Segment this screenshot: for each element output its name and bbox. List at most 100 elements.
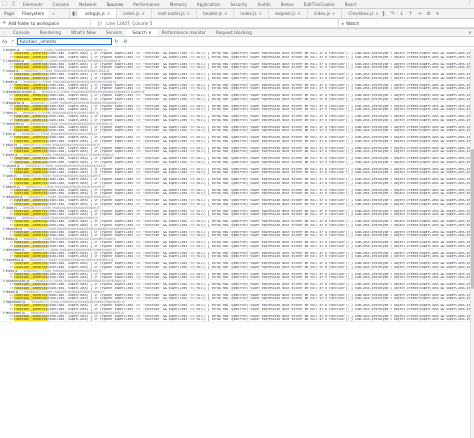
- result-match-line[interactable]: 39function _inherits(subClass, superClas…: [0, 160, 470, 164]
- panel-tab-application[interactable]: Application: [192, 0, 225, 8]
- expand-arrow-icon[interactable]: ▾: [3, 123, 5, 126]
- result-match-line[interactable]: 39function _inherits(subClass, superClas…: [0, 129, 470, 133]
- panel-tab-network[interactable]: Network: [74, 0, 101, 8]
- expand-arrow-icon[interactable]: ▾: [3, 81, 5, 84]
- close-drawer-icon[interactable]: ✕: [466, 30, 474, 35]
- expand-arrow-icon[interactable]: ▾: [3, 312, 5, 315]
- panel-tab-performance[interactable]: Performance: [128, 0, 165, 8]
- file-tab[interactable]: setupJs.js ✕: [79, 9, 118, 18]
- result-match-line[interactable]: 39function _inherits(subClass, superClas…: [0, 181, 470, 185]
- regex-toggle[interactable]: .*: [10, 39, 13, 44]
- expand-arrow-icon[interactable]: ▾: [3, 196, 5, 199]
- expand-arrow-icon[interactable]: ▾: [3, 165, 5, 168]
- watch-section[interactable]: ▸ Watch: [338, 19, 359, 27]
- result-match-line[interactable]: 39function _inherits(subClass, superClas…: [0, 223, 470, 227]
- file-tab[interactable]: index.js ✕: [234, 9, 269, 18]
- drawer-tab-rendering[interactable]: Rendering: [35, 29, 66, 36]
- drawer-tab-console[interactable]: Console: [8, 29, 35, 36]
- panel-tab-security[interactable]: Security: [225, 0, 252, 8]
- expand-arrow-icon[interactable]: ▾: [3, 102, 5, 105]
- result-match-line[interactable]: 39function _inherits(subClass, superClas…: [0, 318, 470, 322]
- expand-arrow-icon[interactable]: ▾: [3, 280, 5, 283]
- inspect-icon[interactable]: ⬚: [0, 0, 9, 8]
- close-icon[interactable]: ✕: [259, 11, 262, 16]
- expand-arrow-icon[interactable]: ▾: [3, 207, 5, 210]
- nav-tab-filesystem[interactable]: Filesystem: [18, 9, 49, 18]
- drawer-tab-performance-monitor[interactable]: Performance monitor: [157, 29, 211, 36]
- close-icon[interactable]: ✕: [107, 11, 110, 16]
- file-tab[interactable]: index.js ✕: [117, 9, 152, 18]
- file-tab[interactable]: header.js ✕: [197, 9, 235, 18]
- panel-tab-console[interactable]: Console: [48, 0, 75, 8]
- expand-arrow-icon[interactable]: ▾: [3, 249, 5, 252]
- nav-more-icon[interactable]: »: [48, 9, 59, 18]
- result-match-line[interactable]: 39function _inherits(subClass, superClas…: [0, 265, 470, 269]
- expand-arrow-icon[interactable]: ▾: [3, 270, 5, 273]
- close-icon[interactable]: ✕: [141, 11, 144, 16]
- drawer-menu-icon[interactable]: ⋮: [0, 30, 8, 35]
- close-icon[interactable]: ✕: [332, 11, 335, 16]
- expand-arrow-icon[interactable]: ▾: [3, 259, 5, 262]
- result-match-line[interactable]: 39function _inherits(subClass, superClas…: [0, 87, 470, 91]
- step-over-icon[interactable]: ↷: [388, 11, 397, 17]
- result-match-line[interactable]: 39function _inherits(subClass, superClas…: [0, 76, 470, 80]
- close-icon[interactable]: ✕: [187, 11, 190, 16]
- close-icon[interactable]: ✕: [224, 11, 227, 16]
- expand-arrow-icon[interactable]: ▾: [3, 60, 5, 63]
- pause-icon[interactable]: ‖: [379, 11, 388, 17]
- file-tab[interactable]: Checkbox.js ✕: [342, 9, 379, 18]
- result-match-line[interactable]: 39function _inherits(subClass, superClas…: [0, 276, 470, 280]
- result-match-line[interactable]: 39function _inherits(subClass, superClas…: [0, 150, 470, 154]
- drawer-tab-sensors[interactable]: Sensors: [101, 29, 128, 36]
- step-into-icon[interactable]: ↓: [397, 11, 406, 17]
- close-icon[interactable]: ✕: [298, 11, 301, 16]
- result-match-line[interactable]: 39function _inherits(subClass, superClas…: [0, 307, 470, 311]
- result-match-line[interactable]: 39function _inherits(subClass, superClas…: [0, 66, 470, 70]
- file-tab[interactable]: root-router.js ✕: [152, 9, 198, 18]
- more-options-icon[interactable]: ⋮: [465, 0, 474, 8]
- result-match-line[interactable]: 39function _inherits(subClass, superClas…: [0, 139, 470, 143]
- expand-arrow-icon[interactable]: ▾: [3, 49, 5, 52]
- refresh-icon[interactable]: ↻: [112, 39, 121, 45]
- results-scrollbar[interactable]: [470, 49, 474, 438]
- drawer-tab-what-s-new[interactable]: What's New: [66, 29, 101, 36]
- result-match-line[interactable]: 39function _inherits(subClass, superClas…: [0, 55, 470, 59]
- nav-tab-page[interactable]: Page: [0, 9, 18, 18]
- result-match-line[interactable]: 39function _inherits(subClass, superClas…: [0, 255, 470, 259]
- file-tab[interactable]: request.js ✕: [269, 9, 308, 18]
- add-folder-button[interactable]: + Add folder to workspace: [0, 20, 90, 26]
- match-case-toggle[interactable]: Aa: [2, 39, 7, 44]
- panel-tab-editthiscookie[interactable]: EditThisCookie: [299, 0, 340, 8]
- expand-arrow-icon[interactable]: ▾: [3, 112, 5, 115]
- expand-arrow-icon[interactable]: ▾: [3, 133, 5, 136]
- result-match-line[interactable]: 39function _inherits(subClass, superClas…: [0, 213, 470, 217]
- result-match-line[interactable]: 39function _inherits(subClass, superClas…: [0, 97, 470, 101]
- expand-arrow-icon[interactable]: ▾: [3, 301, 5, 304]
- panel-tab-audits[interactable]: Audits: [252, 0, 275, 8]
- result-match-line[interactable]: 39function _inherits(subClass, superClas…: [0, 202, 470, 206]
- result-match-line[interactable]: 39function _inherits(subClass, superClas…: [0, 192, 470, 196]
- search-input[interactable]: [16, 38, 112, 45]
- result-match-line[interactable]: 39function _inherits(subClass, superClas…: [0, 244, 470, 248]
- expand-arrow-icon[interactable]: ▾: [3, 228, 5, 231]
- drawer-tab-search[interactable]: Search ✕: [127, 29, 157, 36]
- result-match-line[interactable]: 39function _inherits(subClass, superClas…: [0, 118, 470, 122]
- deactivate-breakpoints-icon[interactable]: ⊘: [424, 11, 433, 17]
- expand-arrow-icon[interactable]: ▾: [3, 70, 5, 73]
- panel-tab-elements[interactable]: Elements: [18, 0, 48, 8]
- device-toggle-icon[interactable]: ▯: [9, 0, 18, 8]
- expand-arrow-icon[interactable]: ▾: [3, 91, 5, 94]
- expand-arrow-icon[interactable]: ▾: [3, 217, 5, 220]
- panel-tab-react[interactable]: React: [340, 0, 362, 8]
- pause-on-exceptions-icon[interactable]: ⏸: [433, 11, 442, 17]
- toggle-navigator-icon[interactable]: ◧: [70, 11, 79, 17]
- result-match-line[interactable]: 39function _inherits(subClass, superClas…: [0, 108, 470, 112]
- file-tab[interactable]: index.js ✕: [308, 9, 343, 18]
- result-match-line[interactable]: 39function _inherits(subClass, superClas…: [0, 286, 470, 290]
- panel-tab-memory[interactable]: Memory: [165, 0, 192, 8]
- step-out-icon[interactable]: ↑: [406, 11, 415, 17]
- expand-arrow-icon[interactable]: ▾: [3, 186, 5, 189]
- close-icon[interactable]: ✕: [147, 30, 152, 35]
- result-match-line[interactable]: 39function _inherits(subClass, superClas…: [0, 171, 470, 175]
- result-match-line[interactable]: 39function _inherits(subClass, superClas…: [0, 234, 470, 238]
